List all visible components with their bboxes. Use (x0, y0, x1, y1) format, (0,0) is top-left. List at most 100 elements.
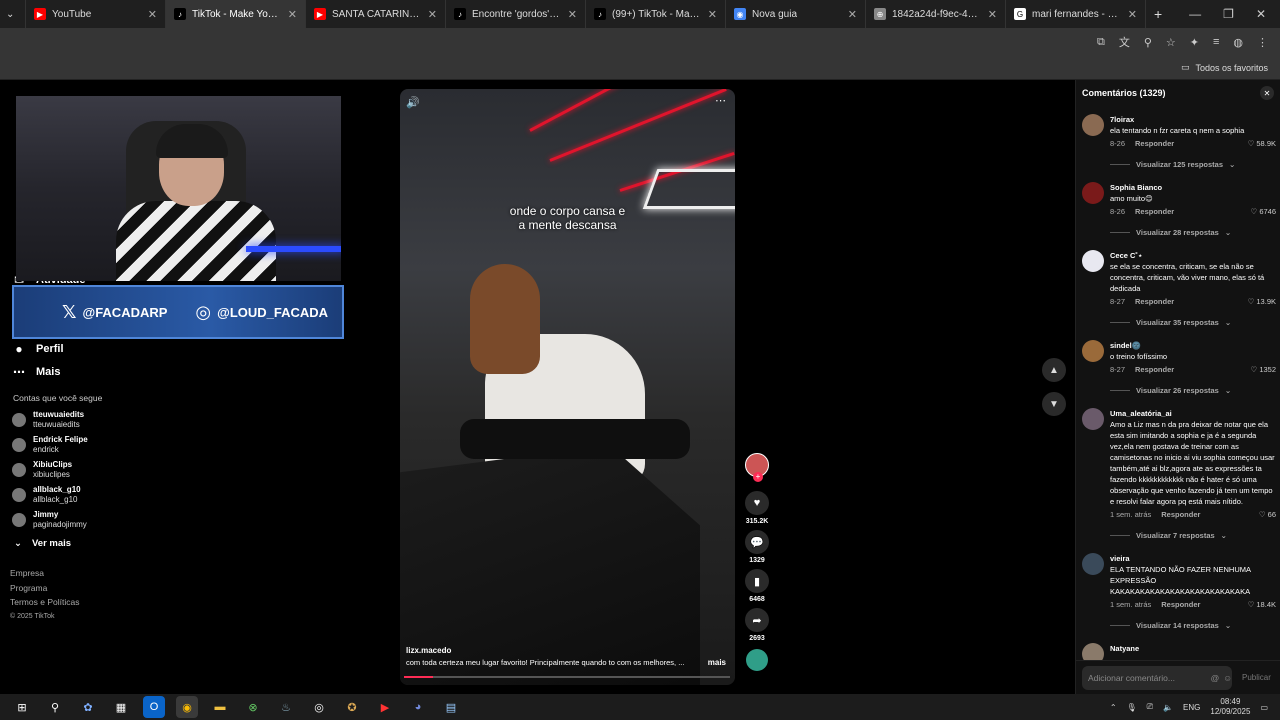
extensions-icon[interactable]: ✦ (1190, 36, 1199, 49)
reply-button[interactable]: Responder (1135, 138, 1174, 149)
view-replies-button[interactable]: Visualizar 26 respostas ⌄ (1110, 385, 1276, 396)
mention-icon[interactable]: @ (1211, 673, 1220, 683)
more-link[interactable]: mais (708, 658, 726, 667)
comment-username[interactable]: 7loirax (1110, 114, 1276, 125)
browser-tab[interactable]: ♪(99+) TikTok - Make Your Day✕ (586, 0, 726, 28)
all-bookmarks[interactable]: Todos os favoritos (1195, 63, 1268, 73)
comment-input[interactable]: Adicionar comentário... @ ☺ (1082, 665, 1232, 690)
youtube-icon[interactable]: ▶ (374, 696, 396, 718)
menu-icon[interactable]: ⋮ (1257, 36, 1268, 49)
comment-username[interactable]: Natyane (1110, 643, 1276, 654)
footer-program[interactable]: Programa (10, 581, 130, 596)
star-icon[interactable]: ☆ (1166, 36, 1176, 49)
comment-like-button[interactable]: ♡ 13.9K (1248, 296, 1276, 307)
more-options-icon[interactable]: ⋯ (715, 94, 727, 107)
comment-action[interactable]: 💬 1329 (745, 530, 769, 564)
language-indicator[interactable]: ENG (1183, 703, 1200, 712)
speaker-icon[interactable]: 🔈 (1163, 703, 1173, 712)
media-icon[interactable]: ≡ (1213, 36, 1219, 48)
browser-tab[interactable]: ▶ YouTube ✕ (26, 0, 166, 28)
obs-icon[interactable]: ◎ (308, 696, 330, 718)
steam-icon[interactable]: ♨ (275, 696, 297, 718)
comment-username[interactable]: Uma_aleatória_ai (1110, 408, 1276, 419)
share-icon[interactable]: ➦ (745, 608, 769, 632)
reply-button[interactable]: Responder (1135, 206, 1174, 217)
close-tab-icon[interactable]: ✕ (568, 8, 577, 21)
notification-icon[interactable]: ▭ (1260, 703, 1268, 712)
share-action[interactable]: ➦ 2693 (745, 608, 769, 642)
comment-username[interactable]: vieira (1110, 553, 1276, 564)
browser-tab[interactable]: ♪TikTok - Make Your Day✕ (166, 0, 306, 28)
browser-tab[interactable]: ▶SANTA CATARINA PARAÍSO✕ (306, 0, 446, 28)
discord-icon[interactable]: ◕ (407, 696, 429, 718)
publish-button[interactable]: Publicar (1242, 673, 1271, 682)
close-tab-icon[interactable]: ✕ (428, 8, 437, 21)
profile-avatar-icon[interactable]: ◍ (1233, 36, 1243, 49)
following-account[interactable]: tteuwuaiedits tteuwuaiedits (0, 407, 130, 432)
browser-tab[interactable]: ♪Encontre 'gordos' no TikTok✕ (446, 0, 586, 28)
outlook-icon[interactable]: O (143, 696, 165, 718)
app-icon[interactable]: ✪ (341, 696, 363, 718)
footer-company[interactable]: Empresa (10, 566, 130, 581)
comment-username[interactable]: Sophia Bianco (1110, 182, 1276, 193)
zoom-icon[interactable]: ⚲ (1144, 36, 1152, 49)
following-account[interactable]: Jimmy paginadojimmy (0, 507, 130, 532)
close-tab-icon[interactable]: ✕ (1128, 8, 1137, 21)
avatar[interactable] (1082, 250, 1104, 272)
close-window-icon[interactable]: ✕ (1256, 7, 1266, 21)
following-account[interactable]: XibiuClips xibiuclipes (0, 457, 130, 482)
clock[interactable]: 08:49 12/09/2025 (1210, 697, 1250, 717)
close-tab-icon[interactable]: ✕ (848, 8, 857, 21)
video-progress-bar[interactable] (404, 676, 730, 678)
see-more-button[interactable]: ⌄ Ver mais (0, 532, 130, 554)
reply-button[interactable]: Responder (1135, 296, 1174, 307)
reply-button[interactable]: Responder (1161, 509, 1200, 520)
avatar[interactable] (1082, 553, 1104, 575)
close-tab-icon[interactable]: ✕ (708, 8, 717, 21)
emoji-icon[interactable]: ☺ (1223, 673, 1232, 683)
comment-like-button[interactable]: ♡ 6746 (1250, 206, 1276, 217)
follow-plus-icon[interactable]: + (753, 472, 763, 482)
view-replies-button[interactable]: Visualizar 125 respostas ⌄ (1110, 159, 1276, 170)
browser-tab[interactable]: ◉ Nova guia ✕ (726, 0, 866, 28)
bookmark-icon[interactable]: ▮ (745, 569, 769, 593)
microphone-icon[interactable]: 🎙 (1127, 703, 1137, 712)
comment-like-button[interactable]: ♡ 18.4K (1248, 599, 1276, 610)
author-avatar[interactable]: + (745, 453, 769, 482)
close-tab-icon[interactable]: ✕ (288, 8, 297, 21)
save-action[interactable]: ▮ 6468 (745, 569, 769, 603)
comment-username[interactable]: Cece C˚⋆ (1110, 250, 1276, 261)
view-replies-button[interactable]: Visualizar 35 respostas ⌄ (1110, 317, 1276, 328)
reply-button[interactable]: Responder (1135, 364, 1174, 375)
volume-icon[interactable]: 🔊 (406, 96, 420, 109)
comment-like-button[interactable]: ♡ 66 (1259, 509, 1276, 520)
tab-list-button[interactable]: ⌄ (0, 0, 26, 28)
browser-tab[interactable]: ⊕1842a24d-f9ec-4aa0-b15✕ (866, 0, 1006, 28)
music-disc-icon[interactable] (746, 649, 768, 671)
avatar[interactable] (1082, 408, 1104, 430)
video-author[interactable]: lizx.macedo (406, 646, 451, 655)
comment-like-button[interactable]: ♡ 1352 (1250, 364, 1276, 375)
avatar[interactable] (1082, 114, 1104, 136)
heart-icon[interactable]: ♥ (745, 491, 769, 515)
nav-item[interactable]: ● Perfil (0, 337, 130, 360)
like-action[interactable]: ♥ 315.2K (745, 491, 769, 525)
avatar[interactable] (1082, 182, 1104, 204)
video-player[interactable]: 🔊 ⋯ onde o corpo cansa e a mente descans… (400, 89, 735, 685)
comment-username[interactable]: sindel🌚 (1110, 340, 1276, 351)
next-video-button[interactable]: ▼ (1042, 392, 1066, 416)
previous-video-button[interactable]: ▲ (1042, 358, 1066, 382)
minimize-icon[interactable]: — (1189, 7, 1201, 21)
view-replies-button[interactable]: Visualizar 28 respostas ⌄ (1110, 227, 1276, 238)
comment-like-button[interactable]: ♡ 58.9K (1248, 138, 1276, 149)
network-icon[interactable]: ⎚ (1147, 702, 1153, 712)
translate-icon[interactable]: 文 (1119, 34, 1130, 50)
footer-terms[interactable]: Termos e Políticas (10, 595, 130, 610)
chrome-icon[interactable]: ◉ (176, 696, 198, 718)
calculator-icon[interactable]: ▤ (440, 696, 462, 718)
windows-start-icon[interactable]: ⊞ (11, 696, 33, 718)
view-replies-button[interactable]: Visualizar 7 respostas ⌄ (1110, 530, 1276, 541)
close-tab-icon[interactable]: ✕ (988, 8, 997, 21)
browser-tab[interactable]: Gmari fernandes - Pesquisa✕ (1006, 0, 1146, 28)
close-tab-icon[interactable]: ✕ (148, 8, 157, 21)
